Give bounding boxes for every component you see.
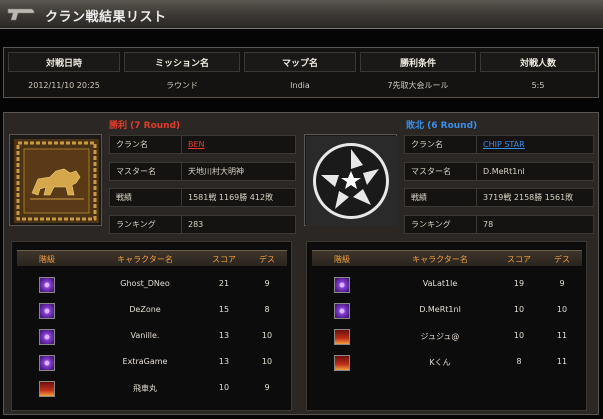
lion-emblem-icon (14, 139, 99, 223)
info-value-win-condition: 7先取大会ルール (387, 80, 449, 90)
info-header-map: マップ名 (244, 52, 356, 72)
winner-ranking-label: ランキング (109, 215, 189, 234)
player-score: 10 (218, 383, 230, 392)
info-value-mission: ラウンド (166, 80, 198, 90)
winner-record-value: 1581戦 1169勝 412敗 (181, 188, 296, 207)
info-header-win-condition: 勝利条件 (360, 52, 476, 72)
roster-header-character: キャラクター名 (117, 255, 173, 264)
loser-record-label: 戦績 (404, 188, 484, 207)
rank-badge-icon (39, 355, 55, 371)
player-row: Kくん 8 11 (312, 353, 582, 373)
player-name: Vanille. (130, 331, 160, 340)
winner-roster: 階級 キャラクター名 スコア デス Ghost_DNeo 21 9 DeZone… (11, 241, 292, 411)
info-header-mission: ミッション名 (124, 52, 240, 72)
winner-ranking-value: 283 (181, 215, 296, 234)
player-row: DeZone 15 8 (17, 301, 287, 321)
player-row: 飛車丸 10 9 (17, 379, 287, 399)
result-panel: 勝利 (7 Round) クラン名 BEN マスター名 天地川村大明神 戦績 1… (3, 112, 599, 415)
player-name: Ghost_DNeo (120, 279, 170, 288)
player-name: VaLat1le (422, 279, 458, 288)
player-deaths: 9 (264, 279, 270, 288)
player-deaths: 10 (261, 357, 273, 366)
player-score: 19 (513, 279, 525, 288)
winner-title: 勝利 (7 Round) (109, 121, 181, 131)
roster-header-deaths: デス (554, 255, 570, 264)
player-deaths: 8 (264, 305, 270, 314)
player-row: Vanille. 13 10 (17, 327, 287, 347)
player-score: 21 (218, 279, 230, 288)
loser-ranking-value: 78 (476, 215, 594, 234)
player-score: 15 (218, 305, 230, 314)
player-name: D.MeRt1nl (419, 305, 461, 314)
player-name: ExtraGame (122, 357, 168, 366)
loser-title: 敗北 (6 Round) (406, 121, 478, 131)
player-name: Kくん (429, 358, 451, 367)
player-name: 飛車丸 (133, 384, 157, 393)
info-header-date: 対戦日時 (8, 52, 120, 72)
info-value-players: 5:5 (531, 80, 545, 90)
roster-header-score: スコア (507, 255, 531, 264)
player-deaths: 10 (261, 331, 273, 340)
pistol-icon (7, 8, 35, 21)
roster-header: 階級 キャラクター名 スコア デス (17, 250, 287, 266)
info-value-map: India (290, 80, 310, 90)
roster-header-rank: 階級 (39, 255, 55, 264)
loser-master-value: D.MeRt1nl (476, 162, 594, 181)
loser-clan-label: クラン名 (404, 135, 484, 154)
player-score: 8 (516, 357, 522, 366)
loser-clan-link[interactable]: CHIP STAR (476, 135, 594, 154)
winner-clan-label: クラン名 (109, 135, 189, 154)
player-score: 13 (218, 331, 230, 340)
winner-record-label: 戦績 (109, 188, 189, 207)
rank-badge-icon (334, 277, 350, 293)
info-header-players: 対戦人数 (480, 52, 596, 72)
loser-record-value: 3719戦 2158勝 1561敗 (476, 188, 594, 207)
player-name: DeZone (129, 305, 161, 314)
roster-header-character: キャラクター名 (412, 255, 468, 264)
roster-header: 階級 キャラクター名 スコア デス (312, 250, 582, 266)
player-row: Ghost_DNeo 21 9 (17, 275, 287, 295)
page-title: クラン戦結果リスト (45, 10, 167, 25)
loser-master-label: マスター名 (404, 162, 484, 181)
player-row: ジュジュ@ 10 11 (312, 327, 582, 347)
player-score: 13 (218, 357, 230, 366)
roster-header-score: スコア (212, 255, 236, 264)
loser-emblem-frame (304, 134, 397, 226)
winner-master-label: マスター名 (109, 162, 189, 181)
winner-clan-link[interactable]: BEN (181, 135, 296, 154)
player-deaths: 9 (559, 279, 565, 288)
roster-header-deaths: デス (259, 255, 275, 264)
loser-ranking-label: ランキング (404, 215, 484, 234)
player-deaths: 10 (556, 305, 568, 314)
rank-badge-icon (39, 381, 55, 397)
player-row: VaLat1le 19 9 (312, 275, 582, 295)
roster-header-rank: 階級 (334, 255, 350, 264)
winner-emblem-frame (9, 134, 102, 226)
rank-badge-icon (39, 277, 55, 293)
info-value-date: 2012/11/10 20:25 (28, 80, 100, 90)
winner-master-value: 天地川村大明神 (181, 162, 296, 181)
rank-badge-icon (334, 303, 350, 319)
player-deaths: 11 (556, 331, 568, 340)
loser-roster: 階級 キャラクター名 スコア デス VaLat1le 19 9 D.MeRt1n… (306, 241, 587, 411)
page-header: クラン戦結果リスト (0, 0, 603, 29)
player-score: 10 (513, 305, 525, 314)
player-name: ジュジュ@ (420, 332, 460, 341)
player-row: ExtraGame 13 10 (17, 353, 287, 373)
rank-badge-icon (334, 329, 350, 345)
player-row: D.MeRt1nl 10 10 (312, 301, 582, 321)
player-score: 10 (513, 331, 525, 340)
rank-badge-icon (334, 355, 350, 371)
rank-badge-icon (39, 329, 55, 345)
player-deaths: 11 (556, 357, 568, 366)
player-deaths: 9 (264, 383, 270, 392)
match-info-table: 対戦日時 ミッション名 マップ名 勝利条件 対戦人数 2012/11/10 20… (3, 47, 599, 98)
rank-badge-icon (39, 303, 55, 319)
shutter-star-emblem-icon (306, 136, 397, 226)
